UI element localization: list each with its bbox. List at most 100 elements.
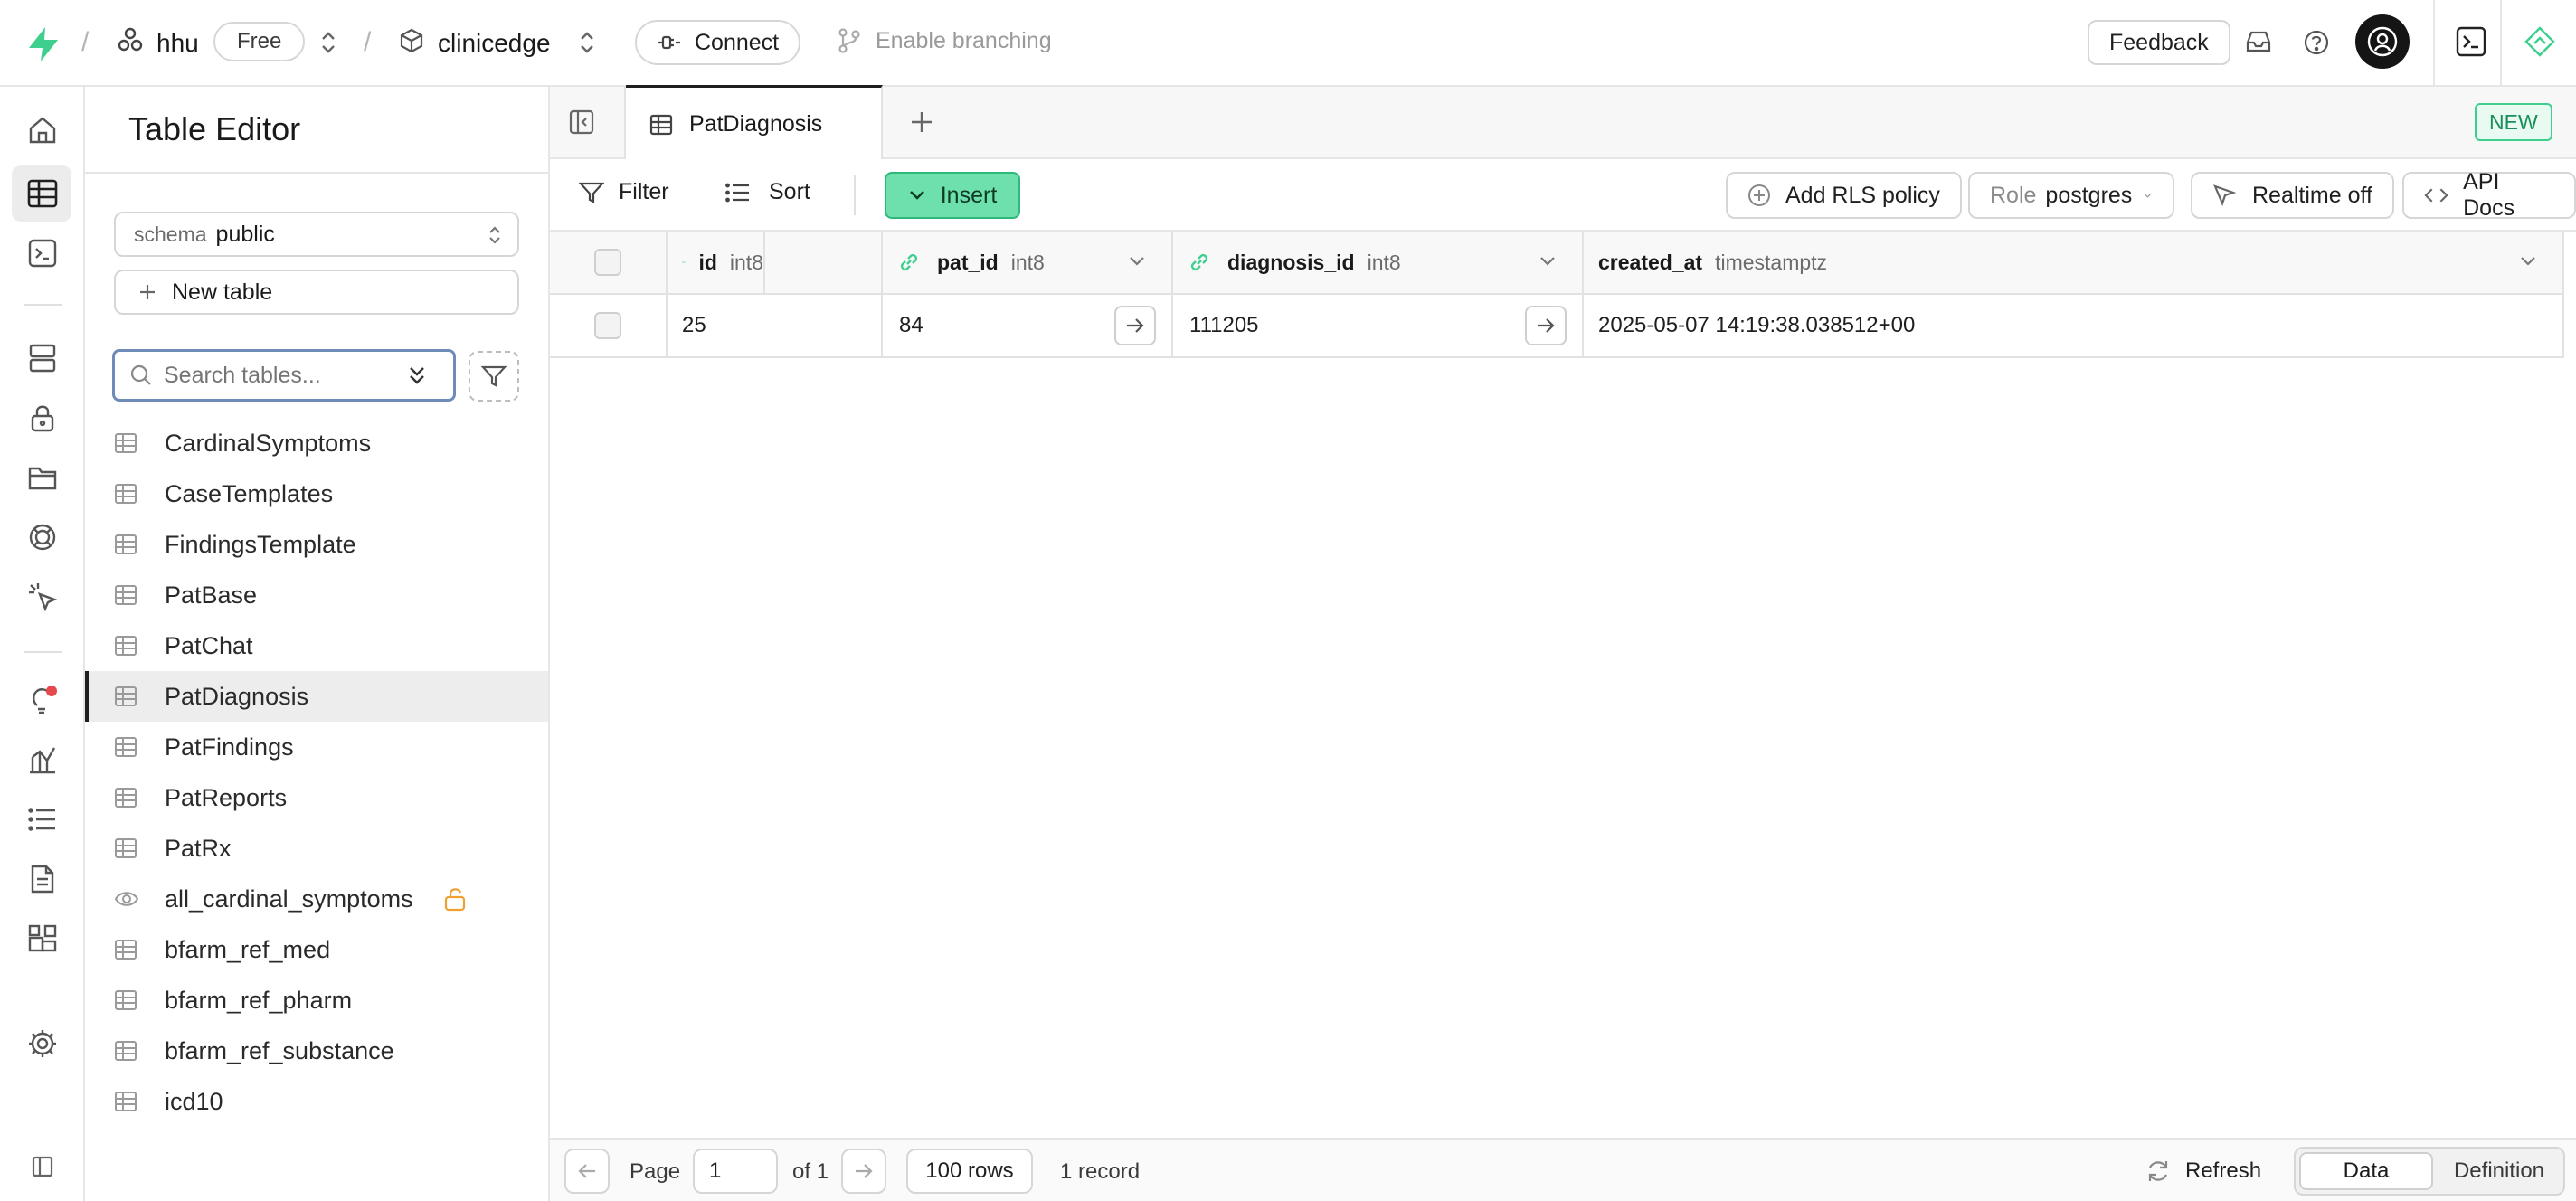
table-list-item[interactable]: CardinalSymptoms xyxy=(85,418,548,468)
table-editor-icon[interactable] xyxy=(24,175,61,212)
table-list-item[interactable]: PatDiagnosis xyxy=(85,671,548,722)
column-header-created-at[interactable]: created_at timestamptz xyxy=(1584,232,2564,295)
add-rls-policy-button[interactable]: Add RLS policy xyxy=(1726,172,1962,219)
chevrons-collapse-icon[interactable] xyxy=(406,363,428,388)
schema-selector[interactable]: schema public xyxy=(114,212,519,257)
search-icon xyxy=(130,364,151,385)
search-tables-input[interactable] xyxy=(164,362,399,389)
api-docs-label: API Docs xyxy=(2463,169,2515,221)
prev-page-button[interactable] xyxy=(564,1149,610,1194)
supabase-logo-icon[interactable] xyxy=(25,25,62,63)
new-badge[interactable]: NEW xyxy=(2475,103,2552,141)
feedback-button[interactable]: Feedback xyxy=(2088,20,2230,65)
rows-per-page-button[interactable]: 100 rows xyxy=(906,1149,1033,1194)
integrations-icon[interactable] xyxy=(24,921,61,957)
column-menu-chevron-icon[interactable] xyxy=(1128,255,1146,268)
assistant-icon[interactable] xyxy=(2524,25,2556,58)
advisors-lightbulb-icon[interactable] xyxy=(24,682,61,718)
collapse-sidebar-icon[interactable] xyxy=(24,1149,61,1185)
org-switcher-chevron-icon[interactable] xyxy=(318,29,338,56)
realtime-icon[interactable] xyxy=(24,519,61,555)
page-number-input[interactable]: 1 xyxy=(693,1149,778,1194)
add-rls-policy-label: Add RLS policy xyxy=(1785,182,1940,208)
sql-editor-icon[interactable] xyxy=(24,235,61,271)
new-table-button[interactable]: New table xyxy=(114,270,519,315)
table-list-item[interactable]: PatChat xyxy=(85,620,548,671)
logs-list-icon[interactable] xyxy=(24,801,61,837)
table-list-item[interactable]: bfarm_ref_med xyxy=(85,924,548,975)
row-checkbox[interactable] xyxy=(594,312,621,339)
reports-chart-icon[interactable] xyxy=(24,742,61,778)
table-icon xyxy=(114,939,137,960)
table-list-item[interactable]: FindingsTemplate xyxy=(85,519,548,570)
column-header-id[interactable]: id int8 xyxy=(668,232,765,295)
table-list-item[interactable]: bfarm_ref_substance xyxy=(85,1026,548,1076)
realtime-toggle-button[interactable]: Realtime off xyxy=(2191,172,2394,219)
table-editor-sidebar: Table Editor schema public New table Car… xyxy=(85,87,550,1201)
cell-value: 84 xyxy=(899,313,923,337)
home-icon[interactable] xyxy=(24,112,61,148)
table-name: all_cardinal_symptoms xyxy=(165,884,413,913)
refresh-label: Refresh xyxy=(2185,1158,2262,1183)
fk-navigate-button[interactable] xyxy=(1525,306,1567,345)
storage-folder-icon[interactable] xyxy=(24,459,61,496)
database-icon[interactable] xyxy=(24,340,61,376)
org-name[interactable]: hhu xyxy=(156,25,199,61)
table-icon xyxy=(114,989,137,1011)
link-icon xyxy=(900,253,918,271)
definition-view-button[interactable]: Definition xyxy=(2435,1152,2563,1190)
sort-button[interactable]: Sort xyxy=(725,179,810,205)
tab-patdiagnosis[interactable]: PatDiagnosis xyxy=(626,85,883,161)
new-tab-plus-icon[interactable] xyxy=(908,109,935,136)
column-menu-chevron-icon[interactable] xyxy=(2519,255,2537,268)
refresh-icon xyxy=(2148,1161,2168,1181)
table-list-item[interactable]: PatBase xyxy=(85,570,548,620)
column-header-diagnosis-id[interactable]: diagnosis_id int8 xyxy=(1173,232,1584,295)
insert-label: Insert xyxy=(940,182,998,208)
column-menu-chevron-icon[interactable] xyxy=(1539,255,1557,268)
plus-circle-icon xyxy=(1748,184,1770,206)
table-list-item[interactable]: CaseTemplates xyxy=(85,468,548,519)
table-list-item[interactable]: bfarm_ref_pharm xyxy=(85,975,548,1026)
filter-icon xyxy=(481,365,507,387)
project-switcher-chevron-icon[interactable] xyxy=(577,29,597,56)
table-cell-created-at[interactable]: 2025-05-07 14:19:38.038512+00 xyxy=(1584,295,2564,358)
unlocked-icon[interactable] xyxy=(443,886,467,912)
table-icon xyxy=(114,787,137,809)
role-selector[interactable]: Role postgres xyxy=(1968,172,2174,219)
user-avatar[interactable] xyxy=(2355,14,2410,69)
api-docs-file-icon[interactable] xyxy=(24,861,61,897)
tab-label: PatDiagnosis xyxy=(689,111,823,137)
project-box-icon xyxy=(398,27,425,54)
settings-gear-icon[interactable] xyxy=(24,1026,61,1062)
enable-branching-button[interactable]: Enable branching xyxy=(838,27,1052,54)
inbox-icon[interactable] xyxy=(2245,29,2272,54)
project-name[interactable]: clinicedge xyxy=(438,25,551,61)
auth-lock-icon[interactable] xyxy=(24,400,61,436)
terminal-icon[interactable] xyxy=(2455,25,2487,58)
filter-button[interactable]: Filter xyxy=(579,179,669,205)
toggle-sidebar-icon[interactable] xyxy=(568,109,595,136)
edge-functions-icon[interactable] xyxy=(24,579,61,615)
column-header-pat-id[interactable]: pat_id int8 xyxy=(883,232,1173,295)
sidebar-title: Table Editor xyxy=(128,110,301,147)
filter-icon xyxy=(579,182,604,203)
table-cell-id[interactable]: 25 xyxy=(668,295,883,358)
table-list-item[interactable]: PatFindings xyxy=(85,722,548,772)
api-docs-button[interactable]: API Docs xyxy=(2402,169,2576,221)
select-all-checkbox[interactable] xyxy=(594,249,621,276)
table-list-item[interactable]: PatReports xyxy=(85,772,548,823)
sidebar-divider xyxy=(85,172,548,174)
filter-tables-button[interactable] xyxy=(469,351,519,402)
connect-button[interactable]: Connect xyxy=(635,20,801,65)
table-list-item[interactable]: all_cardinal_symptoms xyxy=(85,874,548,924)
fk-navigate-button[interactable] xyxy=(1114,306,1156,345)
table-cell-diagnosis-id[interactable]: 111205 xyxy=(1173,295,1584,358)
next-page-button[interactable] xyxy=(841,1149,886,1194)
help-icon[interactable] xyxy=(2303,29,2330,56)
insert-button[interactable]: Insert xyxy=(885,172,1020,219)
refresh-button[interactable]: Refresh xyxy=(2145,1149,2261,1194)
data-view-button[interactable]: Data xyxy=(2299,1152,2433,1190)
table-list-item[interactable]: icd10 xyxy=(85,1076,548,1127)
table-list-item[interactable]: PatRx xyxy=(85,823,548,874)
